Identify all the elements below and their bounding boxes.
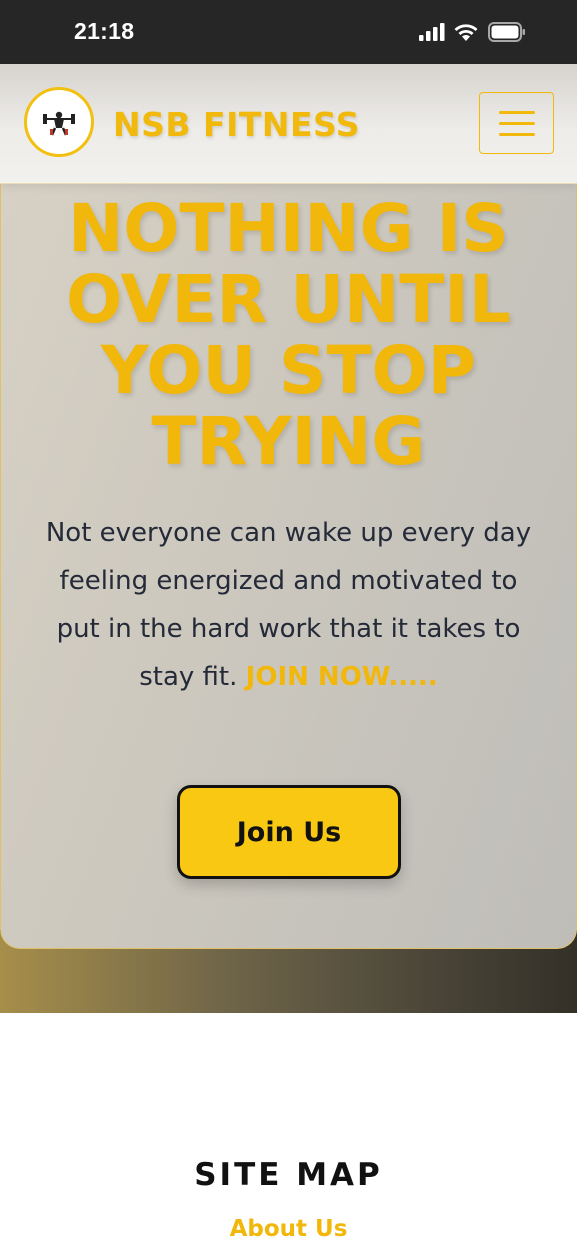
headline-line: OVER UNTIL <box>66 261 511 338</box>
join-us-button[interactable]: Join Us <box>177 785 401 879</box>
headline-line: NOTHING IS <box>68 190 509 267</box>
weightlifter-icon <box>43 111 75 136</box>
battery-icon <box>488 22 525 42</box>
logo[interactable] <box>24 87 94 157</box>
status-time: 21:18 <box>74 18 135 44</box>
menu-button[interactable] <box>479 92 554 154</box>
hero-headline: NOTHING IS OVER UNTIL YOU STOP TRYING <box>30 193 547 477</box>
signal-icon <box>419 23 445 41</box>
footer-link-about-us[interactable]: About Us <box>0 1216 577 1242</box>
join-now-link[interactable]: JOIN NOW..... <box>246 662 438 692</box>
headline-line: YOU STOP <box>100 332 477 409</box>
status-icons <box>418 20 526 44</box>
hamburger-menu-icon <box>498 110 535 114</box>
headline-line: TRYING <box>151 403 426 480</box>
site-header: NSB FITNESS <box>0 64 577 184</box>
hero-description: Not everyone can wake up every day feeli… <box>44 509 533 701</box>
status-bar: 21:18 <box>0 0 577 64</box>
brand-name[interactable]: NSB FITNESS <box>113 105 360 145</box>
sitemap-title: SITE MAP <box>194 1157 383 1193</box>
wifi-icon <box>454 24 478 41</box>
